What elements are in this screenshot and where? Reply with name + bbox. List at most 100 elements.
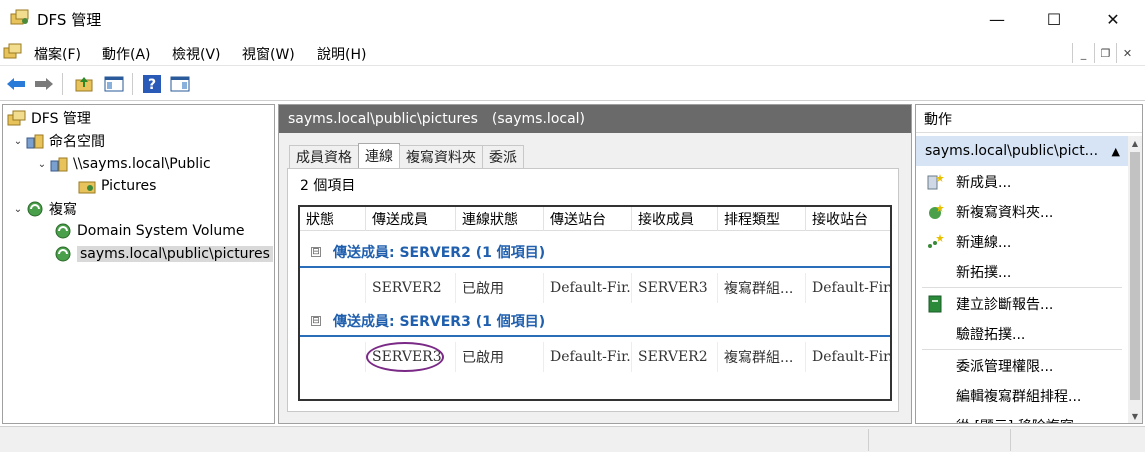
column-header-receiving-member[interactable]: 接收成員 [632,207,718,231]
group-title: 傳送成員: SERVER3 (1 個項目) [333,314,546,330]
mdi-minimize-button[interactable]: _ [1072,43,1094,63]
action-label: 編輯複寫群組排程... [956,389,1082,405]
column-header-sending-site[interactable]: 傳送站台 [544,207,632,231]
tree-item-pictures-replication[interactable]: sayms.local\public\pictures [53,243,273,265]
tree-label: DFS 管理 [31,111,91,127]
action-edit-replication-schedule[interactable]: 編輯複寫群組排程... [916,381,1128,411]
tree-item-pictures-folder[interactable]: Pictures [77,175,156,197]
cell-status [300,342,366,372]
tab-delegation[interactable]: 委派 [482,145,524,168]
chevron-down-icon[interactable]: ⌄ [35,159,49,170]
cell-status [300,273,366,303]
tree-label: 命名空間 [49,134,105,150]
close-button[interactable]: ✕ [1090,0,1136,38]
new-replicated-folder-icon [929,204,944,219]
column-header-connection-state[interactable]: 連線狀態 [456,207,544,231]
action-remove-replication-from-display[interactable]: 從 [顯示] 移除複寫... [916,411,1128,423]
status-bar-divider [1010,429,1011,451]
menu-window[interactable]: 視窗(W) [242,44,295,64]
tab-replicated-folders[interactable]: 複寫資料夾 [399,145,483,168]
menu-help[interactable]: 說明(H) [317,44,366,64]
menu-view[interactable]: 檢視(V) [172,44,221,64]
help-button[interactable]: ? [140,72,164,96]
back-button[interactable] [4,72,28,96]
toolbar-separator [62,73,63,95]
cell-receiving-member: SERVER2 [632,342,718,372]
action-new-member[interactable]: 新成員... [916,167,1128,197]
toolbar-separator [132,73,133,95]
console-tree-pane: DFS 管理 ⌄ 命名空間 ⌄ \\sayms.local\Public Pic… [2,104,275,424]
table-row[interactable]: SERVER2 已啟用 Default-Fir... SERVER3 複寫群組.… [300,273,890,303]
column-header-status[interactable]: 狀態 [300,207,366,231]
tree-label: Domain System Volume [77,223,245,239]
new-connection-icon [928,234,944,248]
tree-label: sayms.local\public\pictures [77,246,273,262]
actions-section-header[interactable]: sayms.local\public\pict... ▲ [916,136,1128,166]
list-header: 狀態 傳送成員 連線狀態 傳送站台 接收成員 排程類型 接收站台 [300,207,890,231]
cell-schedule-type: 複寫群組... [718,273,806,303]
chevron-down-icon[interactable]: ⌄ [11,136,25,147]
tree-item-domain-system-volume[interactable]: Domain System Volume [53,220,245,242]
menu-action[interactable]: 動作(A) [102,44,151,64]
up-folder-button[interactable] [72,72,96,96]
tree-label: Pictures [101,178,157,194]
minimize-button[interactable]: — [974,0,1020,38]
cell-sending-member: SERVER2 [366,273,456,303]
namespace-root-icon [50,157,68,172]
tab-connections[interactable]: 連線 [358,143,400,168]
tree-item-namespaces[interactable]: ⌄ 命名空間 [11,130,105,152]
action-create-diagnostic-report[interactable]: 建立診斷報告... [916,289,1128,319]
actions-scrollbar[interactable]: ▲ ▼ [1128,136,1142,423]
window-title: DFS 管理 [37,11,102,29]
scroll-down-arrow-icon[interactable]: ▼ [1128,409,1142,423]
actions-separator [922,287,1122,288]
chevron-down-icon[interactable]: ⌄ [11,204,25,215]
collapse-group-icon[interactable]: ⊟ [311,316,321,326]
cell-schedule-type: 複寫群組... [718,342,806,372]
maximize-button[interactable]: ☐ [1031,0,1077,38]
mdi-close-button[interactable]: ✕ [1116,43,1138,63]
back-arrow-icon [7,78,25,90]
scrollbar-thumb[interactable] [1130,152,1140,400]
action-new-connection[interactable]: 新連線... [916,227,1128,257]
help-icon: ? [143,75,161,93]
title-bar: DFS 管理 — ☐ ✕ [0,0,1145,38]
column-header-schedule-type[interactable]: 排程類型 [718,207,806,231]
action-verify-topology[interactable]: 驗證拓撲... [916,319,1128,349]
dfs-menu-icon[interactable] [3,42,23,60]
action-label: 新拓撲... [956,265,1012,281]
group-header-server2[interactable]: ⊟ 傳送成員: SERVER2 (1 個項目) [300,238,890,268]
actions-separator [922,349,1122,350]
actions-title: 動作 [916,105,1142,133]
show-hide-action-pane-button[interactable] [168,72,192,96]
mdi-restore-button[interactable]: ❐ [1094,43,1116,63]
actions-section-label: sayms.local\public\pict... [925,143,1099,159]
collapse-up-icon[interactable]: ▲ [1112,145,1120,158]
up-folder-icon [75,77,93,92]
action-new-topology[interactable]: 新拓撲... [916,257,1128,287]
menu-bar: 檔案(F) 動作(A) 檢視(V) 視窗(W) 說明(H) _ ❐ ✕ [0,38,1145,66]
cell-sending-site: Default-Fir... [544,342,632,372]
action-label: 新連線... [956,235,1012,251]
scroll-up-arrow-icon[interactable]: ▲ [1128,136,1142,150]
column-header-receiving-site[interactable]: 接收站台 [806,207,890,231]
tree-label: 複寫 [49,202,77,218]
action-label: 新複寫資料夾... [956,205,1054,221]
console-tree-icon [104,76,124,92]
results-header-domain: (sayms.local) [491,111,586,127]
tree-item-namespace-public[interactable]: ⌄ \\sayms.local\Public [35,153,211,175]
column-header-sending-member[interactable]: 傳送成員 [366,207,456,231]
dfs-folder-icon [78,181,96,194]
action-delegate-permissions[interactable]: 委派管理權限... [916,351,1128,381]
forward-button[interactable] [32,72,56,96]
show-hide-tree-button[interactable] [102,72,126,96]
collapse-group-icon[interactable]: ⊟ [311,247,321,257]
menu-file[interactable]: 檔案(F) [34,44,81,64]
group-header-server3[interactable]: ⊟ 傳送成員: SERVER3 (1 個項目) [300,307,890,337]
action-label: 建立診斷報告... [956,297,1054,313]
results-header: sayms.local\public\pictures (sayms.local… [279,105,911,133]
tree-item-dfs-management[interactable]: DFS 管理 [7,107,91,129]
action-new-replicated-folder[interactable]: 新複寫資料夾... [916,197,1128,227]
tab-membership[interactable]: 成員資格 [289,145,359,168]
tree-item-replication[interactable]: ⌄ 複寫 [11,198,77,220]
